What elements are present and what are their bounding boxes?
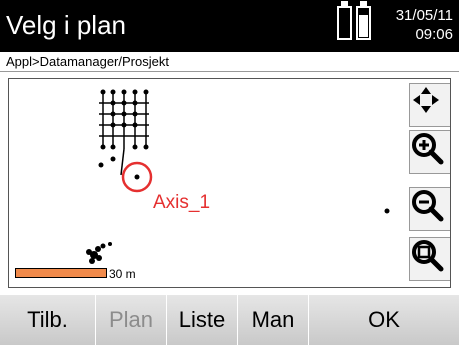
pan-icon: [413, 87, 439, 113]
breadcrumb: Appl>Datamanager/Prosjekt: [0, 52, 459, 72]
plan-button[interactable]: Plan: [96, 295, 167, 345]
pan-button[interactable]: [409, 83, 450, 127]
list-button[interactable]: Liste: [167, 295, 238, 345]
date-text: 31/05/11: [395, 7, 453, 24]
plan-map[interactable]: Axis_1 30 m: [8, 78, 451, 288]
battery-1-icon: [337, 1, 352, 40]
zoom-in-icon: [412, 133, 444, 165]
zoom-out-icon: [412, 190, 444, 222]
zoom-fit-icon: [412, 240, 444, 272]
grid-points: [86, 89, 390, 264]
title-bar: Velg i plan 31/05/11 09:06: [0, 0, 459, 52]
manual-button[interactable]: Man: [238, 295, 309, 345]
softkey-bar: Tilb. Plan Liste Man OK: [0, 295, 459, 345]
zoom-fit-button[interactable]: [409, 237, 450, 281]
axis-label: Axis_1: [153, 192, 211, 213]
zoom-in-button[interactable]: [409, 130, 450, 174]
battery-2-icon: [356, 1, 371, 40]
back-button[interactable]: Tilb.: [0, 295, 96, 345]
scale-bar: [15, 268, 107, 278]
map-canvas[interactable]: [9, 79, 451, 288]
datetime: 31/05/11 09:06: [396, 6, 453, 44]
ok-button[interactable]: OK: [309, 295, 459, 345]
zoom-out-button[interactable]: [409, 187, 450, 231]
page-title: Velg i plan: [6, 10, 126, 40]
scale-label: 30 m: [109, 267, 136, 281]
time-text: 09:06: [415, 26, 453, 43]
